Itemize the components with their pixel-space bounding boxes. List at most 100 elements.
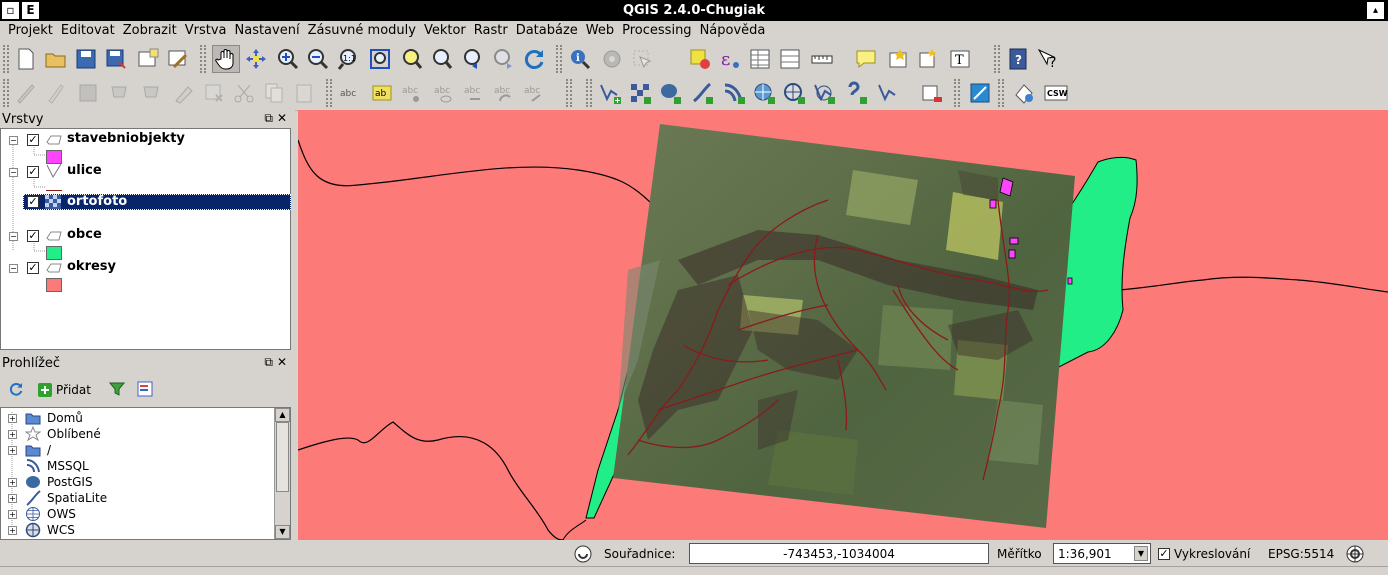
layer-symbol-swatch[interactable] [46, 150, 62, 164]
browser-item-wcs[interactable]: + WCS [1, 522, 75, 538]
browser-item-root[interactable]: + / [1, 442, 51, 458]
expand-toggle[interactable]: + [8, 413, 17, 423]
dock-float-close-buttons[interactable]: ⧉✕ [264, 111, 291, 126]
whats-this-icon[interactable]: ? [1034, 45, 1062, 73]
statistics-icon[interactable] [776, 45, 804, 73]
save-as-icon[interactable] [102, 45, 130, 73]
pan-hand-icon[interactable] [212, 45, 240, 73]
new-bookmark-icon[interactable] [884, 45, 912, 73]
expand-toggle[interactable]: + [8, 445, 17, 455]
toolbar-handle[interactable] [998, 79, 1004, 107]
scroll-thumb[interactable] [276, 422, 289, 492]
add-feature-icon[interactable] [106, 79, 134, 107]
csw-icon[interactable]: CSW [1042, 79, 1070, 107]
composer-manager-icon[interactable] [164, 45, 192, 73]
menu-databaze[interactable]: Databáze [512, 21, 582, 41]
map-tips-icon[interactable] [852, 45, 880, 73]
add-vector-layer-icon[interactable] [596, 79, 624, 107]
layer-name-obce[interactable]: obce [67, 227, 102, 242]
save-edits-icon[interactable] [74, 79, 102, 107]
toggle-editing-icon[interactable] [42, 79, 70, 107]
zoom-last-icon[interactable] [460, 45, 488, 73]
filter-icon[interactable] [108, 381, 126, 400]
layer-name-stavebniobjekty[interactable]: stavebniobjekty [67, 131, 185, 146]
menu-rastr[interactable]: Rastr [470, 21, 512, 41]
cut-features-icon[interactable] [230, 79, 258, 107]
layer-visibility-checkbox[interactable]: ✓ [27, 230, 39, 242]
layer-visibility-checkbox[interactable]: ✓ [27, 262, 39, 274]
change-label-icon[interactable]: abc [520, 79, 548, 107]
toolbar-handle[interactable] [954, 79, 960, 107]
add-wcs-layer-icon[interactable] [780, 79, 808, 107]
toolbar-handle[interactable] [3, 45, 9, 73]
toolbar-handle[interactable] [326, 79, 332, 107]
menu-napoveda[interactable]: Nápověda [696, 21, 770, 41]
field-calculator-icon[interactable]: ε [716, 45, 744, 73]
current-edits-icon[interactable] [12, 79, 40, 107]
add-wms-layer-icon[interactable] [750, 79, 778, 107]
map-canvas[interactable] [298, 110, 1388, 540]
layer-symbol-swatch[interactable] [46, 246, 62, 260]
collapse-all-icon[interactable] [137, 381, 153, 400]
expand-toggle[interactable]: + [8, 429, 17, 439]
collapse-toggle[interactable]: − [9, 264, 18, 273]
layer-name-ulice[interactable]: ulice [67, 163, 102, 178]
layer-visibility-checkbox[interactable]: ✓ [27, 196, 39, 208]
layer-symbol-swatch[interactable] [46, 278, 62, 292]
map-rendering[interactable] [298, 110, 1388, 540]
attribute-table-icon[interactable] [746, 45, 774, 73]
expand-toggle[interactable]: + [8, 493, 17, 503]
collapse-toggle[interactable]: − [9, 232, 18, 241]
toolbar-handle[interactable] [994, 45, 1000, 73]
maximize-button[interactable]: ▴ [1367, 2, 1384, 19]
menu-zobrazit[interactable]: Zobrazit [119, 21, 181, 41]
scroll-down-arrow[interactable]: ▼ [275, 525, 290, 539]
refresh-icon[interactable] [520, 45, 548, 73]
add-raster-layer-icon[interactable] [626, 79, 654, 107]
expand-toggle[interactable]: + [8, 509, 17, 519]
layer-visibility-checkbox[interactable]: ✓ [27, 166, 39, 178]
add-postgis-layer-icon[interactable] [656, 79, 684, 107]
copy-features-icon[interactable] [260, 79, 288, 107]
crs-projection-icon[interactable] [1346, 543, 1368, 564]
collapse-toggle[interactable]: − [9, 136, 18, 145]
show-bookmarks-icon[interactable] [914, 45, 942, 73]
run-feature-action-icon[interactable] [598, 45, 626, 73]
label-tool-icon[interactable]: abc [336, 79, 364, 107]
add-spatialite-layer-icon[interactable] [688, 79, 716, 107]
dock-float-close-buttons[interactable]: ⧉✕ [264, 355, 291, 370]
move-label-icon[interactable]: abc [460, 79, 488, 107]
toolbar-handle[interactable] [556, 45, 562, 73]
zoom-full-icon[interactable] [366, 45, 394, 73]
menu-processing[interactable]: Processing [618, 21, 695, 41]
menu-editovat[interactable]: Editovat [57, 21, 119, 41]
toolbar-handle[interactable] [566, 79, 572, 107]
text-annotation-icon[interactable]: T [946, 45, 974, 73]
browser-item-favourites[interactable]: + Oblíbené [1, 426, 101, 442]
help-contents-icon[interactable]: ? [1004, 45, 1032, 73]
chevron-down-icon[interactable]: ▼ [1134, 546, 1148, 561]
layer-name-ortofoto[interactable]: ortofoto [67, 194, 127, 209]
add-button[interactable]: Přidat [38, 383, 91, 397]
zoom-out-icon[interactable] [304, 45, 332, 73]
collapse-toggle[interactable]: − [9, 168, 18, 177]
toolbar-handle[interactable] [3, 79, 9, 107]
toolbar-handle[interactable] [200, 45, 206, 73]
layer-name-okresy[interactable]: okresy [67, 259, 116, 274]
add-mssql-layer-icon[interactable] [720, 79, 748, 107]
browser-scrollbar[interactable]: ▲ ▼ [274, 408, 290, 539]
expand-toggle[interactable]: + [8, 525, 17, 535]
render-toggle[interactable]: ✓ Vykreslování [1158, 543, 1250, 564]
coordinate-display[interactable]: -743453,-1034004 [689, 543, 989, 564]
menu-web[interactable]: Web [582, 21, 618, 41]
select-features-icon[interactable] [628, 45, 656, 73]
pin-labels-icon[interactable]: abc [398, 79, 426, 107]
browser-item-home[interactable]: + Domů [1, 410, 83, 426]
layer-visibility-checkbox[interactable]: ✓ [27, 134, 39, 146]
new-print-composer-icon[interactable] [134, 45, 162, 73]
toolbar-handle[interactable] [586, 79, 592, 107]
show-hide-labels-icon[interactable]: abc [430, 79, 458, 107]
render-checkbox[interactable]: ✓ [1158, 547, 1170, 560]
georeferencer-icon[interactable] [966, 79, 994, 107]
add-delimited-text-icon[interactable] [842, 79, 870, 107]
